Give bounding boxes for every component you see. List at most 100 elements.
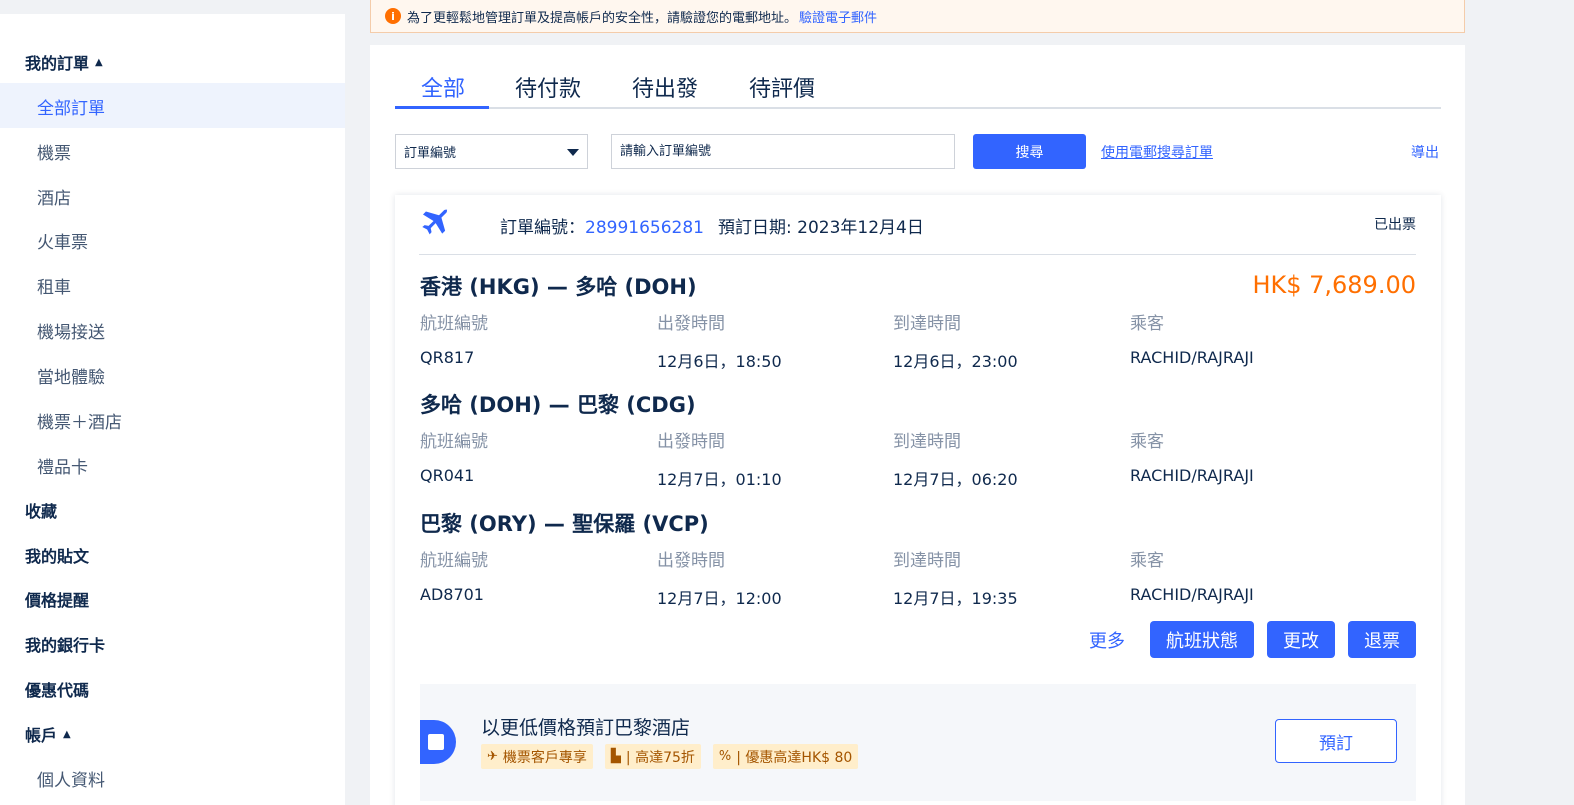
segment-arrive-col: 到達時間 12月7日，19:35 [893,546,1018,609]
orders-panel: 全部 待付款 待出發 待評價 訂單編號 搜尋 使用電郵搜尋訂單 導出 訂單編號：… [370,45,1465,805]
order-number-input[interactable] [611,134,955,169]
segment-flight-col: 航班編號 AD8701 [420,546,488,604]
search-field-select[interactable]: 訂單編號 [395,134,588,169]
sidebar-item-favorites[interactable]: 收藏 [25,498,57,522]
verify-email-link[interactable]: 驗證電子郵件 [799,7,877,26]
arrive-time: 12月7日，06:20 [893,470,1018,489]
search-field-select-value: 訂單編號 [404,146,457,161]
sidebar-item-label: 價格提醒 [25,591,90,610]
refund-button[interactable]: 退票 [1348,621,1416,658]
sidebar-item-local-experiences[interactable]: 當地體驗 [37,363,105,388]
sidebar-group-account[interactable]: 帳戶 ▲ [25,722,71,746]
segment-arrive-col: 到達時間 12月6日，23:00 [893,309,1018,372]
promo-tag-label: | 優惠高達HK$ 80 [736,749,853,766]
sidebar-item-gift-card[interactable]: 禮品卡 [37,453,88,478]
sidebar-item-bank-cards[interactable]: 我的銀行卡 [25,632,105,656]
tab-all[interactable]: 全部 [421,71,465,103]
promo-tag-label: | 高達75折 [625,749,695,766]
flight-number-label: 航班編號 [420,551,488,571]
search-button[interactable]: 搜尋 [973,134,1086,169]
passenger-name: RACHID/RAJRAJI [1130,466,1254,485]
order-number[interactable]: 28991656281 [585,218,704,238]
discount-icon: % [718,749,732,764]
sidebar-item-label: 優惠代碼 [25,681,90,700]
sidebar-item-label: 收藏 [25,502,58,521]
change-button[interactable]: 更改 [1267,621,1335,658]
status-badge: 已出票 [1374,217,1416,233]
sidebar-item-hotels[interactable]: 酒店 [37,184,71,209]
sidebar-item-flights[interactable]: 機票 [37,139,71,164]
segment-arrive-col: 到達時間 12月7日，06:20 [893,427,1018,490]
arrive-time: 12月6日，23:00 [893,352,1018,371]
segment-flight-col: 航班編號 QR041 [420,427,488,485]
promo-tag: % | 優惠高達HK$ 80 [712,744,859,769]
sidebar-item-my-posts[interactable]: 我的貼文 [25,543,89,567]
promo-tag: ✈ 機票客戶專享 [481,744,593,769]
sidebar-item-profile[interactable]: 個人資料 [37,766,105,791]
verify-email-notice: i 為了更輕鬆地管理訂單及提高帳戶的安全性，請驗證您的電郵地址。 驗證電子郵件 [370,0,1465,33]
building-icon: ▙ [610,749,621,764]
depart-time: 12月6日，18:50 [657,352,782,371]
depart-time-label: 出發時間 [657,432,725,452]
active-tab-indicator [395,106,489,109]
segment-passenger-col: 乘客 RACHID/RAJRAJI [1130,546,1254,604]
arrive-time: 12月7日，19:35 [893,589,1018,608]
sidebar-item-label: 我的銀行卡 [25,636,106,655]
passenger-label: 乘客 [1130,432,1164,452]
flight-status-button[interactable]: 航班狀態 [1150,621,1254,658]
sidebar-item-promo-codes[interactable]: 優惠代碼 [25,677,89,701]
sidebar-item-price-alerts[interactable]: 價格提醒 [25,587,89,611]
promo-tag: ▙ | 高達75折 [604,744,701,769]
flight-number: AD8701 [420,585,484,604]
depart-time-label: 出發時間 [657,551,725,571]
segment-passenger-col: 乘客 RACHID/RAJRAJI [1130,309,1254,367]
sidebar-group-label: 帳戶 [25,726,58,745]
passenger-name: RACHID/RAJRAJI [1130,585,1254,604]
segment-depart-col: 出發時間 12月6日，18:50 [657,309,782,372]
sidebar-group-label: 我的訂單 [25,54,90,73]
sidebar-item-airport-transfer[interactable]: 機場接送 [37,318,105,343]
sidebar-item-flight-hotel[interactable]: 機票＋酒店 [37,408,122,433]
chevron-down-icon [567,149,579,156]
promo-tags: ✈ 機票客戶專享 ▙ | 高達75折 % | 優惠高達HK$ 80 [481,744,870,769]
more-actions-link[interactable]: 更多 [1089,627,1125,653]
tab-pending-departure[interactable]: 待出發 [632,71,698,103]
booking-date-label: 預訂日期: [717,218,798,238]
sidebar: 我的訂單 ▲ 全部訂單 機票 酒店 火車票 租車 機場接送 當地體驗 機票＋酒店… [0,14,345,805]
flight-number: QR041 [420,466,475,485]
depart-time: 12月7日，01:10 [657,470,782,489]
sidebar-item-car-rental[interactable]: 租車 [37,273,71,298]
tab-pending-review[interactable]: 待評價 [749,71,815,103]
order-actions: 更多 航班狀態 更改 退票 [1089,621,1416,658]
sidebar-item-trains[interactable]: 火車票 [37,228,88,253]
export-link[interactable]: 導出 [1411,142,1439,162]
sidebar-item-label: 我的貼文 [25,547,90,566]
promo-title: 以更低價格預訂巴黎酒店 [481,717,691,739]
segment-passenger-col: 乘客 RACHID/RAJRAJI [1130,427,1254,485]
sidebar-group-my-orders[interactable]: 我的訂單 ▲ [25,50,103,74]
flight-segment: 巴黎 (ORY) — 聖保羅 (VCP) 航班編號 AD8701 出發時間 12… [420,508,1416,608]
hotel-promo-banner: 以更低價格預訂巴黎酒店 ✈ 機票客戶專享 ▙ | 高達75折 % | 優惠高達H… [420,684,1416,801]
arrive-time-label: 到達時間 [893,432,961,452]
caret-up-icon: ▲ [63,728,71,740]
search-by-email-link[interactable]: 使用電郵搜尋訂單 [1101,142,1213,162]
promo-tag-label: 機票客戶專享 [502,749,587,766]
caret-up-icon: ▲ [95,56,103,68]
depart-time-label: 出發時間 [657,314,725,334]
info-icon: i [385,8,401,24]
order-number-label: 訂單編號： [500,218,585,238]
tab-pending-payment[interactable]: 待付款 [515,71,581,103]
depart-time: 12月7日，12:00 [657,589,782,608]
passenger-name: RACHID/RAJRAJI [1130,348,1254,367]
flight-segment: 香港 (HKG) — 多哈 (DOH) 航班編號 QR817 出發時間 12月6… [420,271,1416,371]
notice-text: 為了更輕鬆地管理訂單及提高帳戶的安全性，請驗證您的電郵地址。 [407,10,798,26]
sidebar-item-all-orders[interactable]: 全部訂單 [37,94,105,119]
airplane-icon: ✈ [487,749,498,764]
order-card: 訂單編號：28991656281 預訂日期: 2023年12月4日 已出票 HK$… [395,195,1441,805]
book-hotel-button[interactable]: 預訂 [1275,719,1397,763]
order-meta: 訂單編號：28991656281 預訂日期: 2023年12月4日 [500,213,924,238]
order-tabs: 全部 待付款 待出發 待評價 [395,67,1441,109]
flight-number-label: 航班編號 [420,432,488,452]
booking-date: 2023年12月4日 [797,218,924,238]
arrive-time-label: 到達時間 [893,551,961,571]
